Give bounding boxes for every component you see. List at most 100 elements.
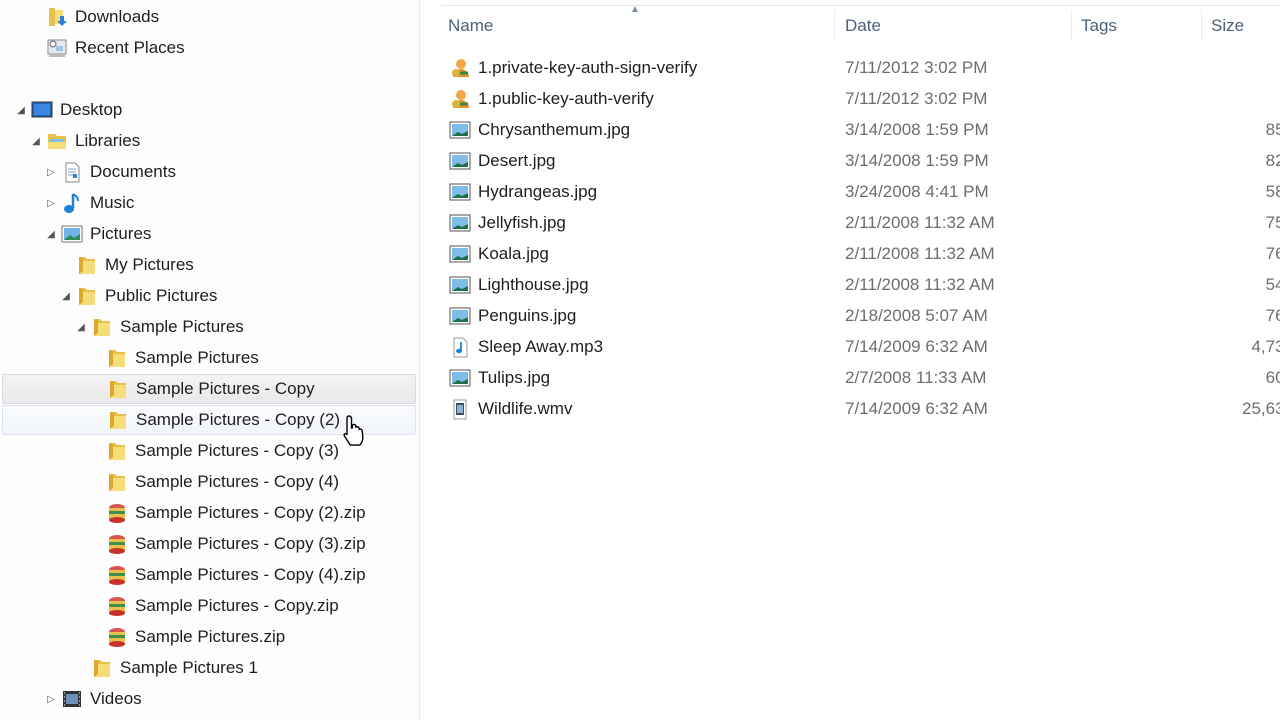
file-row[interactable]: 1.public-key-auth-verify 7/11/2012 3:02 P… [421,84,1280,114]
header-divider [441,5,1280,6]
file-date: 2/11/2008 11:32 AM [845,244,995,263]
folder-icon [91,316,113,338]
tree-item-sample-pictures-copy-4-[interactable]: Sample Pictures - Copy (4) [2,467,416,497]
tree-item-label: Recent Places [75,38,185,57]
tree-item-public-pictures[interactable]: ◢ Public Pictures [2,281,416,311]
tree-item-label: Desktop [60,100,123,119]
expand-arrow-icon[interactable]: ▷ [46,694,56,705]
videos-icon [61,688,83,710]
file-row[interactable]: Desert.jpg 3/14/2008 1:59 PM 827 [421,146,1280,176]
file-date: 3/24/2008 4:41 PM [845,182,989,201]
file-row[interactable]: Lighthouse.jpg 2/11/2008 11:32 AM 549 [421,270,1280,300]
folder-icon [106,440,128,462]
tree-item-pictures[interactable]: ◢ Pictures [2,219,416,249]
column-header-size[interactable]: Size [1211,16,1244,36]
zip-icon [106,626,128,648]
image-icon [449,119,471,141]
expand-arrow-icon[interactable]: ▷ [46,198,56,209]
tree-item-sample-pictures-zip[interactable]: Sample Pictures.zip [2,622,416,652]
documents-icon [61,161,83,183]
audio-icon [449,336,471,358]
folder-icon [107,378,129,400]
file-name: Sleep Away.mp3 [478,337,604,356]
tree-item-documents[interactable]: ▷ Documents [2,157,416,187]
image-icon [449,150,471,172]
file-date: 7/14/2009 6:32 AM [845,337,988,356]
column-divider[interactable] [834,10,835,40]
file-list: Name ▲ Date Tags Size 1.private-key-auth… [421,0,1280,720]
tree-item-sample-pictures-copy-2-zip[interactable]: Sample Pictures - Copy (2).zip [2,498,416,528]
collapse-arrow-icon[interactable]: ◢ [61,291,71,302]
tree-item-sample-pictures[interactable]: ◢ Sample Pictures [2,312,416,342]
downloads-folder-icon [46,6,68,28]
tree-item-videos[interactable]: ▷ Videos [2,684,416,714]
column-header-date[interactable]: Date [845,16,881,36]
zip-icon [106,595,128,617]
image-icon [449,212,471,234]
file-size: 760 [1265,306,1280,325]
column-divider[interactable] [1071,10,1072,40]
tree-item-desktop[interactable]: ◢ Desktop [2,95,416,125]
column-divider[interactable] [1201,10,1202,40]
zip-icon [106,502,128,524]
tree-item-recent-places[interactable]: Recent Places [2,33,416,63]
collapse-arrow-icon[interactable]: ◢ [31,136,41,147]
file-row[interactable]: 1.private-key-auth-sign-verify 7/11/2012 … [421,53,1280,83]
tree-item-label: Sample Pictures - Copy (2).zip [135,503,366,522]
file-row[interactable]: Koala.jpg 2/11/2008 11:32 AM 763 [421,239,1280,269]
tree-item-label: Sample Pictures - Copy (4) [135,472,340,491]
file-date: 2/7/2008 11:33 AM [845,368,987,387]
file-date: 2/18/2008 5:07 AM [845,306,988,325]
libraries-icon [46,130,68,152]
file-row[interactable]: Tulips.jpg 2/7/2008 11:33 AM 607 [421,363,1280,393]
file-name: Penguins.jpg [478,306,577,325]
zip-icon [106,533,128,555]
expand-arrow-icon[interactable]: ▷ [46,167,56,178]
tree-item-music[interactable]: ▷ Music [2,188,416,218]
collapse-arrow-icon[interactable]: ◢ [46,229,56,240]
sort-ascending-icon: ▲ [630,4,640,15]
collapse-arrow-icon[interactable]: ◢ [76,322,86,333]
image-icon [449,181,471,203]
tree-item-label: Downloads [75,7,160,26]
file-size: 582 [1265,182,1280,201]
file-name: Tulips.jpg [478,368,551,387]
image-icon [449,274,471,296]
tree-item-sample-pictures-copy-4-zip[interactable]: Sample Pictures - Copy (4).zip [2,560,416,590]
tree-item-label: Sample Pictures [135,348,259,367]
file-date: 3/14/2008 1:59 PM [845,151,989,170]
tree-item-label: Music [90,193,135,212]
image-icon [449,305,471,327]
file-size: 549 [1265,275,1280,294]
image-icon [449,243,471,265]
tree-item-sample-pictures-1[interactable]: Sample Pictures 1 [2,653,416,683]
tree-item-my-pictures[interactable]: My Pictures [2,250,416,280]
tree-item-label: Videos [90,689,142,708]
tree-item-sample-pictures-copy-3-zip[interactable]: Sample Pictures - Copy (3).zip [2,529,416,559]
file-name: Wildlife.wmv [478,399,573,418]
file-size: 859 [1265,120,1280,139]
file-name: 1.private-key-auth-sign-verify [478,58,698,77]
tree-item-sample-pictures[interactable]: Sample Pictures [2,343,416,373]
tree-item-label: Sample Pictures - Copy [136,379,315,398]
tree-item-sample-pictures-copy-zip[interactable]: Sample Pictures - Copy.zip [2,591,416,621]
tree-item-label: Libraries [75,131,141,150]
tree-item-label: Sample Pictures - Copy (3) [135,441,340,460]
file-row[interactable]: Hydrangeas.jpg 3/24/2008 4:41 PM 582 [421,177,1280,207]
tree-item-label: Documents [90,162,176,181]
tree-item-sample-pictures-copy[interactable]: Sample Pictures - Copy [2,374,416,404]
file-row[interactable]: Sleep Away.mp3 7/14/2009 6:32 AM 4,730 [421,332,1280,362]
file-row[interactable]: Wildlife.wmv 7/14/2009 6:32 AM 25,631 [421,394,1280,424]
column-header-tags[interactable]: Tags [1081,16,1117,36]
file-row[interactable]: Penguins.jpg 2/18/2008 5:07 AM 760 [421,301,1280,331]
collapse-arrow-icon[interactable]: ◢ [16,105,26,116]
file-date: 2/11/2008 11:32 AM [845,213,995,232]
file-row[interactable]: Jellyfish.jpg 2/11/2008 11:32 AM 758 [421,208,1280,238]
tree-item-label: Sample Pictures - Copy (3).zip [135,534,366,553]
column-header-name[interactable]: Name [448,16,493,36]
file-size: 607 [1265,368,1280,387]
tree-item-downloads[interactable]: Downloads [2,2,416,32]
tree-item-libraries[interactable]: ◢ Libraries [2,126,416,156]
file-date: 7/14/2009 6:32 AM [845,399,988,418]
file-row[interactable]: Chrysanthemum.jpg 3/14/2008 1:59 PM 859 [421,115,1280,145]
